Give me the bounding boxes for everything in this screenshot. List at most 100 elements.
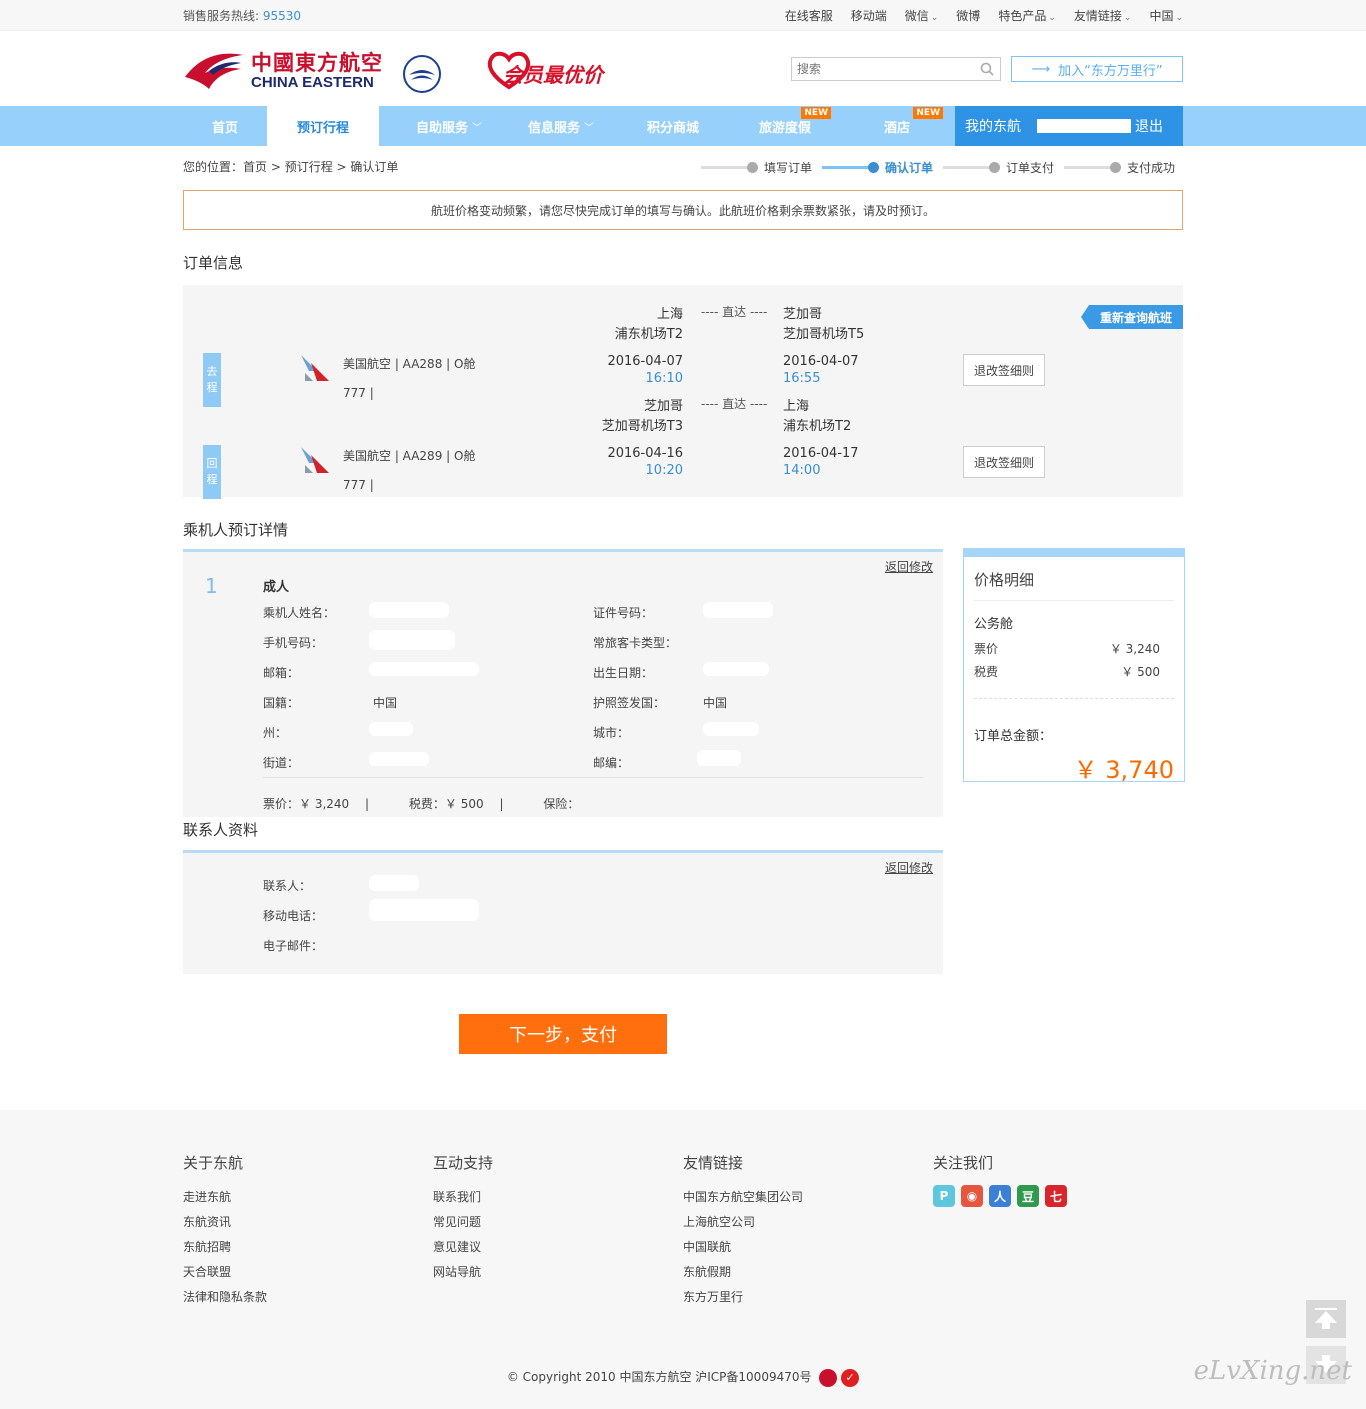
- outbound-direct: ---- 直达 ----: [701, 305, 768, 319]
- nav-info-service[interactable]: 信息服务 ﹀: [519, 106, 603, 146]
- masked-value: [703, 662, 769, 676]
- inbound-aircraft: 777 |: [343, 478, 374, 492]
- masked-value: [369, 630, 455, 650]
- copyright: © Copyright 2010 中国东方航空 沪ICP备10009470号 ✓: [0, 1368, 1366, 1387]
- footer-link[interactable]: 东航招聘: [183, 1235, 267, 1260]
- masked-value: [369, 602, 449, 618]
- label-id: 证件号码：: [593, 606, 654, 620]
- value-passport-country: 中国: [703, 696, 728, 710]
- inbound-rules-button[interactable]: 退改签细则: [963, 446, 1045, 478]
- top-links: 在线客服 移动端 微信 ⌄ 微博 特色产品 ⌄ 友情链接 ⌄ 中国 ⌄: [785, 7, 1183, 24]
- hotline-number[interactable]: 95530: [263, 9, 301, 23]
- logout-link[interactable]: 退出: [1135, 116, 1163, 136]
- footer-link[interactable]: 联系我们: [433, 1185, 493, 1210]
- hotline: 销售服务热线: 95530: [183, 9, 302, 23]
- price-warning: 航班价格变动频繁，请您尽快完成订单的填写与确认。此航班价格剩余票数紧张，请及时预…: [183, 190, 1183, 230]
- contact-edit-link[interactable]: 返回修改: [885, 859, 933, 876]
- step-confirm-order: 确认订单: [821, 159, 933, 176]
- masked-value: [369, 722, 413, 736]
- nav-booking[interactable]: 预订行程: [267, 106, 379, 147]
- masked-value: [369, 752, 429, 766]
- swallow-logo-icon: [185, 53, 243, 89]
- passenger-price-summary: 票价：￥ 3,240 | 税费：￥ 500 | 保险：: [263, 797, 580, 811]
- trust-badge-icon[interactable]: ✓: [841, 1368, 860, 1387]
- header: 中國東方航空 CHINA EASTERN 会员最优价 ⟶ 加入“东方: [0, 31, 1366, 106]
- nav-holiday[interactable]: 旅游度假 NEW: [743, 106, 831, 146]
- masked-value: [703, 722, 759, 736]
- footer: 关于东航 走进东航 东航资讯 东航招聘 天合联盟 法律和隐私条款 互动支持 联系…: [0, 1110, 1366, 1409]
- inbound-direct: ---- 直达 ----: [701, 397, 768, 411]
- nav-hotel[interactable]: 酒店 NEW: [855, 106, 943, 146]
- footer-link[interactable]: 中国联航: [683, 1235, 803, 1260]
- toplink-region[interactable]: 中国 ⌄: [1149, 7, 1183, 24]
- nav-self-service[interactable]: 自助服务 ﹀: [407, 106, 491, 146]
- outbound-rules-button[interactable]: 退改签细则: [963, 354, 1045, 386]
- passenger-edit-link[interactable]: 返回修改: [885, 558, 933, 575]
- chevron-down-icon: ⌄: [930, 13, 939, 23]
- label-card: 常旅客卡类型：: [593, 636, 678, 650]
- footer-follow: 关注我们 P ◉ 人 豆 七: [933, 1152, 1067, 1207]
- toplink-friends[interactable]: 友情链接 ⌄: [1074, 7, 1132, 24]
- label-name: 乘机人姓名：: [263, 606, 336, 620]
- footer-link[interactable]: 常见问题: [433, 1210, 493, 1235]
- toplink-weibo[interactable]: 微博: [956, 7, 980, 24]
- step-fill-order: 填写订单: [700, 159, 812, 176]
- weibo-icon[interactable]: ◉: [961, 1185, 983, 1207]
- toplink-wechat[interactable]: 微信 ⌄: [905, 7, 939, 24]
- order-info-title: 订单信息: [183, 254, 244, 272]
- step-pay-order: 订单支付: [942, 159, 1054, 176]
- footer-link[interactable]: 天合联盟: [183, 1260, 267, 1285]
- kaixin-icon[interactable]: 七: [1045, 1185, 1067, 1207]
- passenger-title: 乘机人预订详情: [183, 521, 289, 539]
- price-total-value: ￥ 3,740: [1073, 756, 1174, 784]
- search-input[interactable]: [792, 58, 972, 80]
- passenger-card: 返回修改 1 成人 乘机人姓名： 证件号码： 手机号码： 常旅客卡类型： 邮箱：…: [183, 549, 943, 817]
- footer-link[interactable]: 东航资讯: [183, 1210, 267, 1235]
- toplink-products[interactable]: 特色产品 ⌄: [998, 7, 1056, 24]
- passenger-index: 1: [205, 574, 218, 598]
- footer-link[interactable]: 上海航空公司: [683, 1210, 803, 1235]
- my-eastern-link[interactable]: 我的东航: [965, 116, 1021, 136]
- join-eastern-miles-button[interactable]: ⟶ 加入“东方万里行”: [1011, 56, 1183, 82]
- nav-home[interactable]: 首页: [183, 106, 267, 146]
- passenger-type: 成人: [263, 580, 290, 595]
- search-icon[interactable]: [980, 62, 994, 79]
- footer-link[interactable]: 走进东航: [183, 1185, 267, 1210]
- masked-username: [1037, 119, 1131, 133]
- label-email: 邮箱：: [263, 666, 300, 680]
- label-zip: 邮编：: [593, 756, 630, 770]
- american-airlines-logo-icon: [301, 447, 329, 473]
- outbound-arrival: 芝加哥 芝加哥机场T5 2016-04-07 16:55: [783, 307, 865, 386]
- passenger-section: 乘机人预订详情 返回修改 1 成人 乘机人姓名： 证件号码： 手机号码： 常旅客…: [183, 497, 1185, 817]
- footer-link[interactable]: 中国东方航空集团公司: [683, 1185, 803, 1210]
- footer-link[interactable]: 网站导航: [433, 1260, 493, 1285]
- chevron-down-icon: ⌄: [1048, 13, 1056, 23]
- label-contact-mobile: 移动电话：: [263, 909, 324, 923]
- breadcrumb: 您的位置：首页 > 预订行程 > 确认订单: [183, 160, 399, 174]
- outbound-flight: 去程 美国航空 | AA288 | O舱 777 | 上海 浦东机场T2 2016…: [183, 305, 1183, 407]
- label-state: 州：: [263, 726, 288, 740]
- toplink-online-service[interactable]: 在线客服: [785, 7, 833, 24]
- label-passport-country: 护照签发国：: [593, 696, 666, 710]
- footer-link[interactable]: 意见建议: [433, 1235, 493, 1260]
- footer-link[interactable]: 东航假期: [683, 1260, 803, 1285]
- baidu-icon[interactable]: P: [933, 1185, 955, 1207]
- label-city: 城市：: [593, 726, 630, 740]
- back-to-top-button[interactable]: [1306, 1300, 1346, 1338]
- douban-icon[interactable]: 豆: [1017, 1185, 1039, 1207]
- breadcrumb-path[interactable]: 首页 > 预订行程 > 确认订单: [243, 160, 398, 174]
- china-eastern-logo[interactable]: 中國東方航空 CHINA EASTERN: [183, 47, 447, 97]
- police-badge-icon[interactable]: [819, 1368, 838, 1387]
- footer-link[interactable]: 东方万里行: [683, 1285, 803, 1310]
- watermark: eLvXing.net: [1193, 1356, 1352, 1386]
- footer-link[interactable]: 法律和隐私条款: [183, 1285, 267, 1310]
- renren-icon[interactable]: 人: [989, 1185, 1011, 1207]
- next-pay-button[interactable]: 下一步，支付: [459, 1014, 667, 1054]
- member-best-price-banner[interactable]: 会员最优价: [485, 49, 613, 91]
- toplink-mobile[interactable]: 移动端: [851, 7, 887, 24]
- masked-value: [369, 899, 479, 921]
- label-birth: 出生日期：: [593, 666, 654, 680]
- divider: [263, 777, 923, 778]
- search-box: [791, 57, 1001, 81]
- nav-points-mall[interactable]: 积分商城: [631, 106, 715, 146]
